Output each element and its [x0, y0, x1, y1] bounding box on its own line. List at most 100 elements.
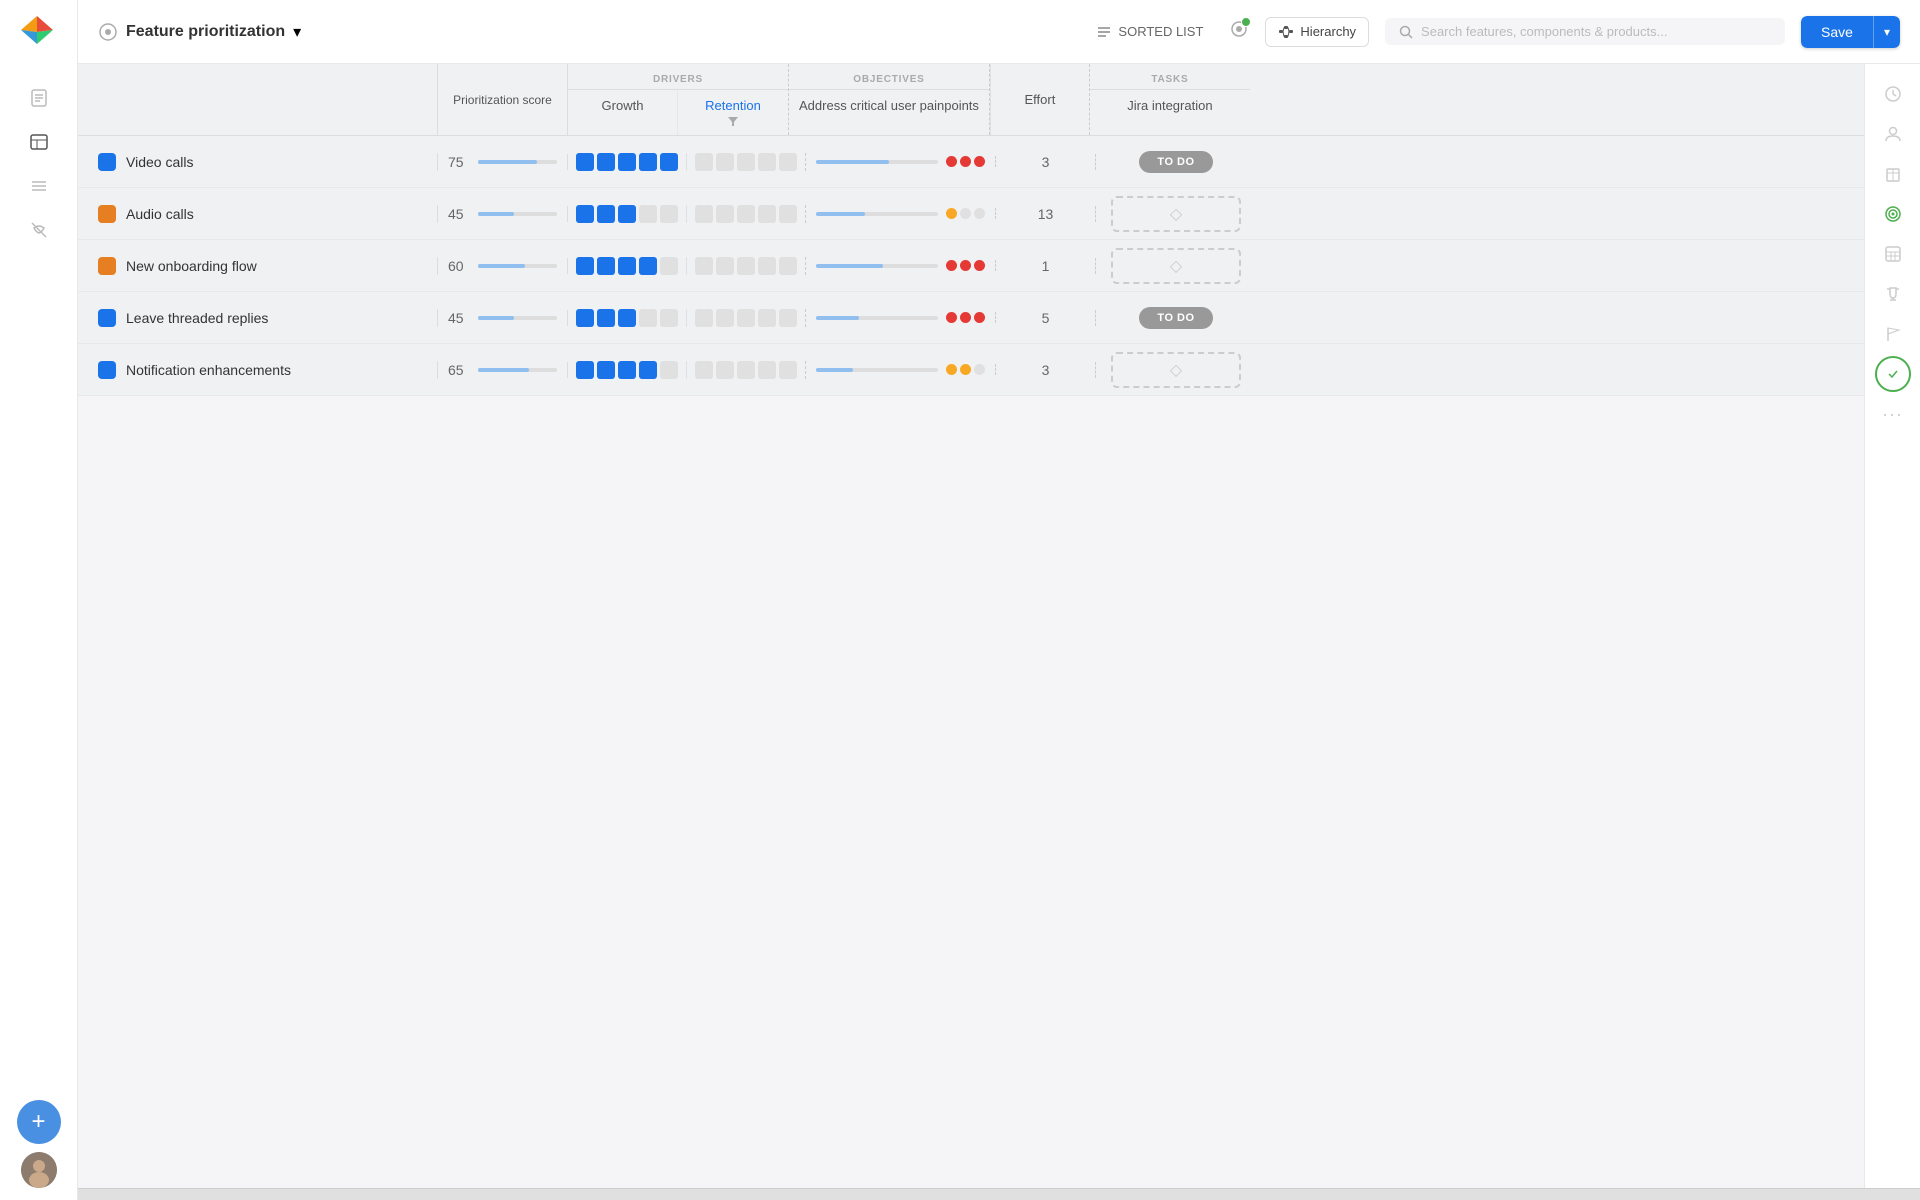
page-title: Feature prioritization [126, 23, 285, 41]
feature-name: Audio calls [126, 206, 194, 222]
hierarchy-button[interactable]: Hierarchy [1265, 17, 1369, 47]
right-icon-trophy[interactable] [1875, 276, 1911, 312]
objective-cell [806, 260, 996, 271]
add-button[interactable]: + [17, 1100, 61, 1144]
hierarchy-label: Hierarchy [1300, 24, 1356, 39]
score-bar-track [478, 264, 557, 268]
growth-col-header: Growth [568, 90, 678, 135]
table-row[interactable]: Audio calls 45 13 ◇ [78, 188, 1864, 240]
obj-bar-track [816, 212, 938, 216]
effort-cell: 3 [996, 362, 1096, 378]
hierarchy-icon [1278, 24, 1294, 40]
effort-cell: 5 [996, 310, 1096, 326]
retention-blocks [695, 153, 797, 171]
save-button[interactable]: Save [1801, 16, 1874, 48]
table-row[interactable]: Video calls 75 3 TO DO [78, 136, 1864, 188]
user-avatar[interactable] [21, 1152, 57, 1188]
filter-icon[interactable] [727, 115, 739, 127]
score-value: 45 [448, 206, 470, 222]
growth-cell [568, 205, 687, 223]
growth-blocks [576, 205, 678, 223]
sidebar-bottom: + [17, 1100, 61, 1188]
title-dropdown-arrow[interactable]: ▾ [293, 22, 301, 42]
effort-cell: 13 [996, 206, 1096, 222]
score-col-header: Prioritization score [438, 64, 568, 135]
table-row[interactable]: New onboarding flow 60 1 [78, 240, 1864, 292]
feature-name-cell: Notification enhancements [78, 361, 438, 379]
feature-name: Video calls [126, 154, 193, 170]
sidebar-item-eye-off[interactable] [21, 212, 57, 248]
objectives-section-header: OBJECTIVES Address critical user painpoi… [789, 64, 990, 135]
objective-cell [806, 208, 996, 219]
save-dropdown-button[interactable]: ▾ [1874, 16, 1900, 48]
right-icon-flag[interactable] [1875, 316, 1911, 352]
retention-blocks [695, 257, 797, 275]
feature-name-cell: Audio calls [78, 205, 438, 223]
score-bar-track [478, 160, 557, 164]
sidebar-item-document[interactable] [21, 80, 57, 116]
obj-bar-fill [816, 212, 865, 216]
obj-dots [946, 208, 985, 219]
score-bar-track [478, 368, 557, 372]
content-area: Prioritization score DRIVERS Growth Rete… [78, 64, 1920, 1188]
right-icon-table[interactable] [1875, 236, 1911, 272]
right-icon-check-circle[interactable] [1875, 356, 1911, 392]
scroll-bar-area[interactable] [78, 1188, 1920, 1200]
diamond-placeholder[interactable]: ◇ [1111, 196, 1241, 232]
feature-name: Notification enhancements [126, 362, 291, 378]
feature-name: New onboarding flow [126, 258, 257, 274]
obj-bar-track [816, 160, 938, 164]
task-cell: ◇ [1096, 196, 1256, 232]
obj-bar-track [816, 316, 938, 320]
score-bar-track [478, 316, 557, 320]
table-row[interactable]: Leave threaded replies 45 5 [78, 292, 1864, 344]
score-value: 60 [448, 258, 470, 274]
drivers-section-header: DRIVERS Growth Retention [568, 64, 789, 135]
growth-cell [568, 153, 687, 171]
obj-bar-track [816, 368, 938, 372]
right-icon-person[interactable] [1875, 116, 1911, 152]
jira-col-header: Jira integration [1090, 90, 1250, 121]
todo-badge: TO DO [1139, 151, 1212, 173]
obj-dots [946, 260, 985, 271]
notification-indicator [1229, 19, 1249, 44]
app-logo[interactable] [17, 12, 61, 56]
sidebar-item-list[interactable] [21, 124, 57, 160]
obj-dots [946, 364, 985, 375]
right-icon-more[interactable]: ··· [1875, 396, 1911, 432]
growth-blocks [576, 257, 678, 275]
diamond-placeholder[interactable]: ◇ [1111, 248, 1241, 284]
feature-color-dot [98, 361, 116, 379]
drivers-sub-headers: Growth Retention [568, 90, 788, 135]
growth-cell [568, 361, 687, 379]
objectives-sub-headers: Address critical user painpoints [789, 90, 989, 121]
retention-cell [687, 361, 806, 379]
table-rows: Video calls 75 3 TO DO [78, 136, 1864, 396]
feature-name-cell: Video calls [78, 153, 438, 171]
tasks-label: TASKS [1090, 64, 1250, 90]
right-icon-target[interactable] [1875, 196, 1911, 232]
sidebar-item-lines[interactable] [21, 168, 57, 204]
diamond-placeholder[interactable]: ◇ [1111, 352, 1241, 388]
table-row[interactable]: Notification enhancements 65 3 [78, 344, 1864, 396]
sorted-list-button[interactable]: SORTED LIST [1086, 18, 1213, 46]
effort-cell: 1 [996, 258, 1096, 274]
growth-cell [568, 309, 687, 327]
score-cell: 45 [438, 310, 568, 326]
score-bar-fill [478, 264, 525, 268]
right-icon-clock[interactable] [1875, 76, 1911, 112]
main-container: Feature prioritization ▾ SORTED LIST [78, 0, 1920, 1200]
objectives-label: OBJECTIVES [789, 64, 989, 90]
right-icon-building[interactable] [1875, 156, 1911, 192]
search-bar[interactable]: Search features, components & products..… [1385, 18, 1785, 45]
retention-col-header: Retention [678, 90, 788, 135]
score-value: 65 [448, 362, 470, 378]
effort-col-header: Prioritization score Effort [990, 64, 1090, 135]
score-cell: 45 [438, 206, 568, 222]
score-bar-fill [478, 212, 514, 216]
obj-bar-fill [816, 368, 853, 372]
feature-name: Leave threaded replies [126, 310, 268, 326]
score-bar-track [478, 212, 557, 216]
table-container: Prioritization score DRIVERS Growth Rete… [78, 64, 1864, 1188]
retention-cell [687, 309, 806, 327]
